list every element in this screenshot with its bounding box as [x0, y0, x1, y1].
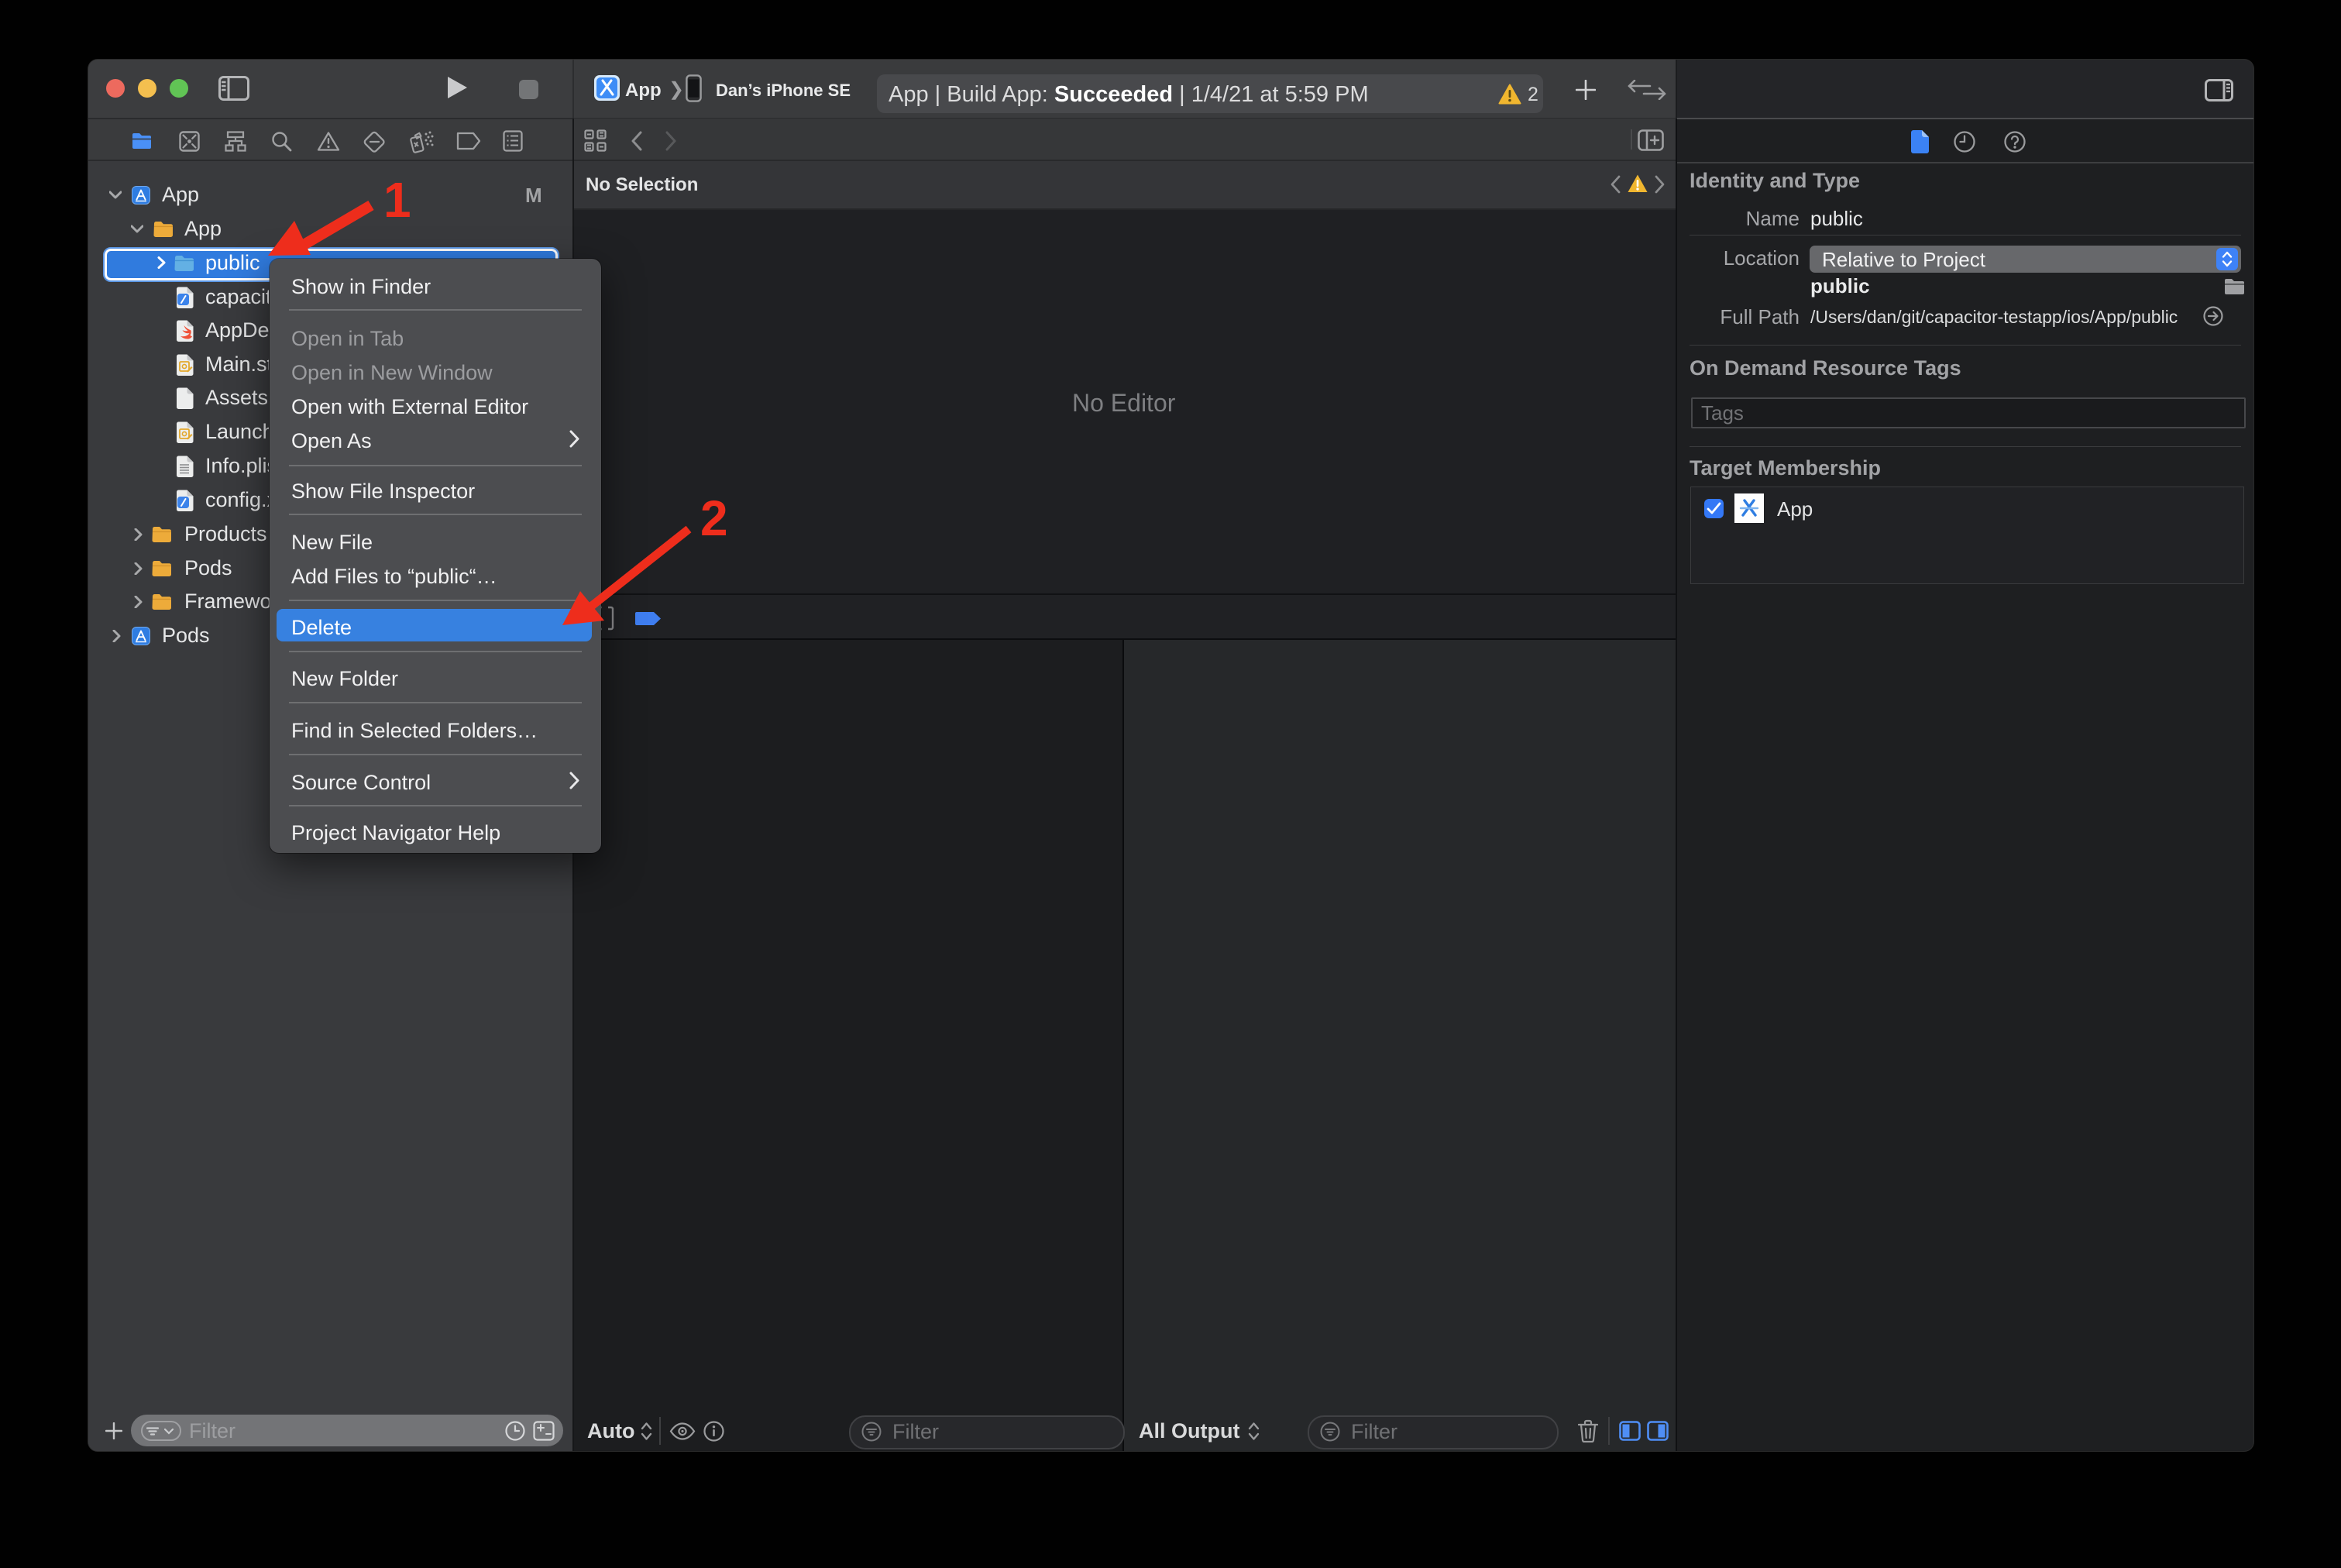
svg-text:2: 2 [700, 490, 728, 546]
svg-text:1: 1 [383, 172, 411, 228]
